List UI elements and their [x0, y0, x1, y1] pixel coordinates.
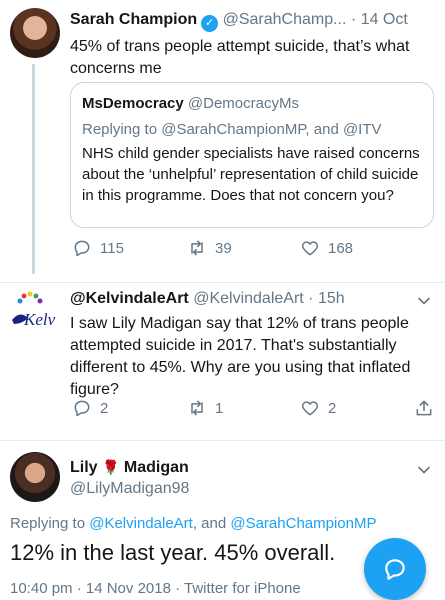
- tweet1-reply-count: 115: [100, 239, 124, 257]
- replying-to-mention: @ITV: [342, 121, 382, 138]
- quoted-tweet-card[interactable]: MsDemocracy @DemocracyMs Replying to @Sa…: [70, 82, 434, 228]
- author-last-name: Madigan: [123, 459, 189, 476]
- heart-icon: [301, 241, 319, 256]
- tweet1-author-handle[interactable]: @SarahChamp...: [223, 11, 347, 28]
- tweet2-header: @KelvindaleArt @KelvindaleArt · 15h: [70, 290, 345, 308]
- reply-icon: [74, 240, 90, 257]
- heart-icon: [301, 401, 319, 416]
- tweet2-actions: 2 1 2: [72, 398, 437, 420]
- retweet-icon: [191, 240, 203, 256]
- tweet2-like-button[interactable]: 2: [300, 398, 336, 418]
- verified-badge-icon: ✓: [201, 15, 219, 32]
- tweet1-actions: 115 39 168: [72, 238, 437, 260]
- compose-reply-icon: [385, 559, 405, 580]
- replying-to-label: Replying to: [82, 121, 162, 138]
- tweet2-retweet-count: 1: [215, 399, 224, 417]
- quoted-author-name: MsDemocracy: [82, 95, 184, 112]
- tweet3-replying-to: Replying to @KelvindaleArt, and @SarahCh…: [10, 515, 377, 532]
- tweet1-like-button[interactable]: 168: [300, 238, 353, 258]
- tweet2-share-button[interactable]: [414, 398, 442, 418]
- share-icon: [416, 400, 432, 416]
- tweet2-date[interactable]: 15h: [318, 290, 345, 307]
- quoted-tweet-text: NHS child gender specialists have raised…: [82, 145, 420, 204]
- tweet-divider: [0, 282, 445, 283]
- tweet-divider: [0, 440, 445, 441]
- tweet1-date[interactable]: 14 Oct: [361, 11, 408, 28]
- tweet1-retweet-count: 39: [215, 239, 232, 257]
- replying-to-mention: @SarahChampionMP: [161, 121, 306, 138]
- tweet1-separator: ·: [350, 11, 357, 28]
- tweet2-reply-button[interactable]: 2: [72, 398, 108, 418]
- avatar-sarah-champion[interactable]: [10, 8, 60, 58]
- tweet1-header: Sarah Champion ✓ @SarahChamp... · 14 Oct: [70, 11, 408, 32]
- retweet-icon: [191, 400, 203, 416]
- replying-to-label: Replying to: [10, 515, 90, 532]
- chevron-down-icon[interactable]: [417, 463, 431, 477]
- tweet2-reply-count: 2: [100, 399, 109, 417]
- author-first-name: Lily: [70, 459, 98, 476]
- chevron-down-icon[interactable]: [417, 294, 431, 308]
- replying-to-and: , and: [192, 515, 231, 532]
- tweet2-text: I saw Lily Madigan say that 12% of trans…: [70, 315, 411, 398]
- tweet3-author-handle[interactable]: @LilyMadigan98: [70, 480, 189, 498]
- reply-icon: [74, 400, 90, 417]
- kelvindale-logo-icon: Kelv: [12, 291, 56, 329]
- tweet2-author-handle[interactable]: @KelvindaleArt: [193, 290, 304, 307]
- tweet3-timestamp[interactable]: 10:40 pm · 14 Nov 2018 · Twitter for iPh…: [10, 580, 301, 597]
- quoted-tweet-header: MsDemocracy @DemocracyMs: [82, 95, 299, 112]
- tweet2-retweet-button[interactable]: 1: [187, 398, 223, 418]
- replying-to-mention[interactable]: @SarahChampionMP: [230, 515, 376, 532]
- tweet1-retweet-button[interactable]: 39: [187, 238, 232, 258]
- tweet3-text: 12% in the last year. 45% overall.: [10, 540, 336, 565]
- rose-emoji-icon: 🌹: [102, 459, 120, 475]
- svg-text:Kelv: Kelv: [23, 310, 56, 329]
- tweet3-author-name[interactable]: Lily 🌹 Madigan: [70, 459, 189, 477]
- replying-to-mention[interactable]: @KelvindaleArt: [89, 515, 193, 532]
- replying-to-and: , and: [305, 121, 343, 138]
- quoted-author-handle: @DemocracyMs: [187, 95, 299, 112]
- compose-reply-button[interactable]: [364, 538, 426, 600]
- avatar-kelvindale-art[interactable]: Kelv: [10, 290, 62, 340]
- thread-connector-line: [32, 64, 35, 274]
- tweet1-author-name[interactable]: Sarah Champion: [70, 11, 197, 28]
- tweet1-reply-button[interactable]: 115: [72, 238, 124, 258]
- tweet1-text: 45% of trans people attempt suicide, tha…: [70, 38, 410, 77]
- tweet2-separator: ·: [308, 290, 314, 307]
- quoted-replying-to: Replying to @SarahChampionMP, and @ITV: [82, 121, 382, 138]
- tweet2-like-count: 2: [328, 399, 337, 417]
- tweet2-author-name[interactable]: @KelvindaleArt: [70, 290, 189, 307]
- tweet1-like-count: 168: [328, 239, 354, 257]
- avatar-lily-madigan[interactable]: [10, 452, 60, 502]
